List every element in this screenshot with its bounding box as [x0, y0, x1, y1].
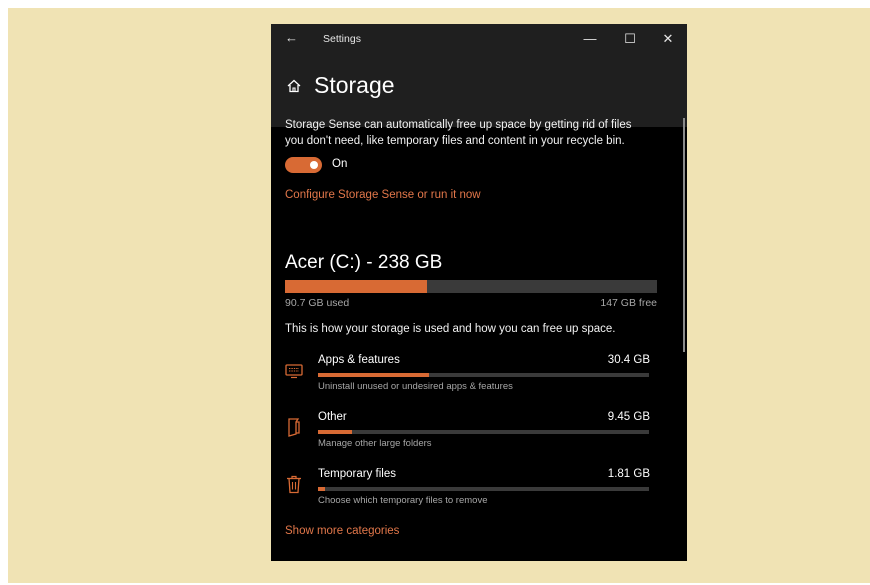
category-name: Temporary files	[318, 468, 396, 480]
home-icon[interactable]	[286, 78, 302, 94]
category-usage-fill	[318, 430, 353, 434]
trash-icon	[287, 475, 301, 494]
storage-summary: This is how your storage is used and how…	[285, 323, 616, 335]
title-bar: ← Settings — ☐ ✕	[271, 24, 687, 54]
back-arrow-icon[interactable]: ←	[285, 30, 298, 45]
window-title: Settings	[323, 33, 361, 45]
category-other[interactable]: Other 9.45 GB Manage other large folders	[271, 411, 687, 467]
scrollbar[interactable]	[683, 118, 685, 352]
toggle-knob	[310, 161, 318, 169]
category-description: Choose which temporary files to remove	[318, 495, 488, 506]
category-usage-fill	[318, 373, 429, 377]
page-title: Storage	[314, 72, 395, 98]
category-name: Other	[318, 411, 347, 423]
drive-usage-bar	[285, 280, 657, 293]
storage-sense-description-line2: you don't need, like temporary files and…	[285, 135, 625, 147]
drive-used-label: 90.7 GB used	[285, 297, 350, 309]
configure-storage-sense-link[interactable]: Configure Storage Sense or run it now	[285, 189, 481, 201]
drive-free-label: 147 GB free	[600, 297, 657, 309]
settings-window: ← Settings — ☐ ✕ Storage Storage Sense c…	[271, 24, 687, 561]
keyboard-icon	[285, 364, 303, 379]
category-size: 30.4 GB	[607, 354, 650, 366]
folder-icon	[288, 418, 300, 437]
drive-usage-fill	[285, 280, 427, 293]
category-description: Uninstall unused or undesired apps & fea…	[318, 381, 513, 392]
minimize-button[interactable]: —	[580, 30, 600, 48]
category-usage-bar	[318, 373, 649, 377]
category-usage-bar	[318, 487, 649, 491]
toggle-state-label: On	[332, 158, 348, 170]
maximize-button[interactable]: ☐	[620, 30, 640, 48]
category-name: Apps & features	[318, 354, 400, 366]
category-size: 9.45 GB	[607, 411, 650, 423]
category-size: 1.81 GB	[607, 468, 650, 480]
category-description: Manage other large folders	[318, 438, 432, 449]
storage-sense-toggle[interactable]	[285, 157, 322, 173]
drive-title: Acer (C:) - 238 GB	[285, 252, 443, 273]
category-usage-fill	[318, 487, 325, 491]
category-apps-features[interactable]: Apps & features 30.4 GB Uninstall unused…	[271, 354, 687, 410]
category-temporary-files[interactable]: Temporary files 1.81 GB Choose which tem…	[271, 468, 687, 524]
storage-sense-description-line1: Storage Sense can automatically free up …	[285, 119, 632, 131]
show-more-categories-link[interactable]: Show more categories	[285, 525, 399, 537]
close-button[interactable]: ✕	[658, 30, 678, 48]
storage-sense-description: Storage Sense can automatically free up …	[285, 117, 631, 149]
category-usage-bar	[318, 430, 649, 434]
